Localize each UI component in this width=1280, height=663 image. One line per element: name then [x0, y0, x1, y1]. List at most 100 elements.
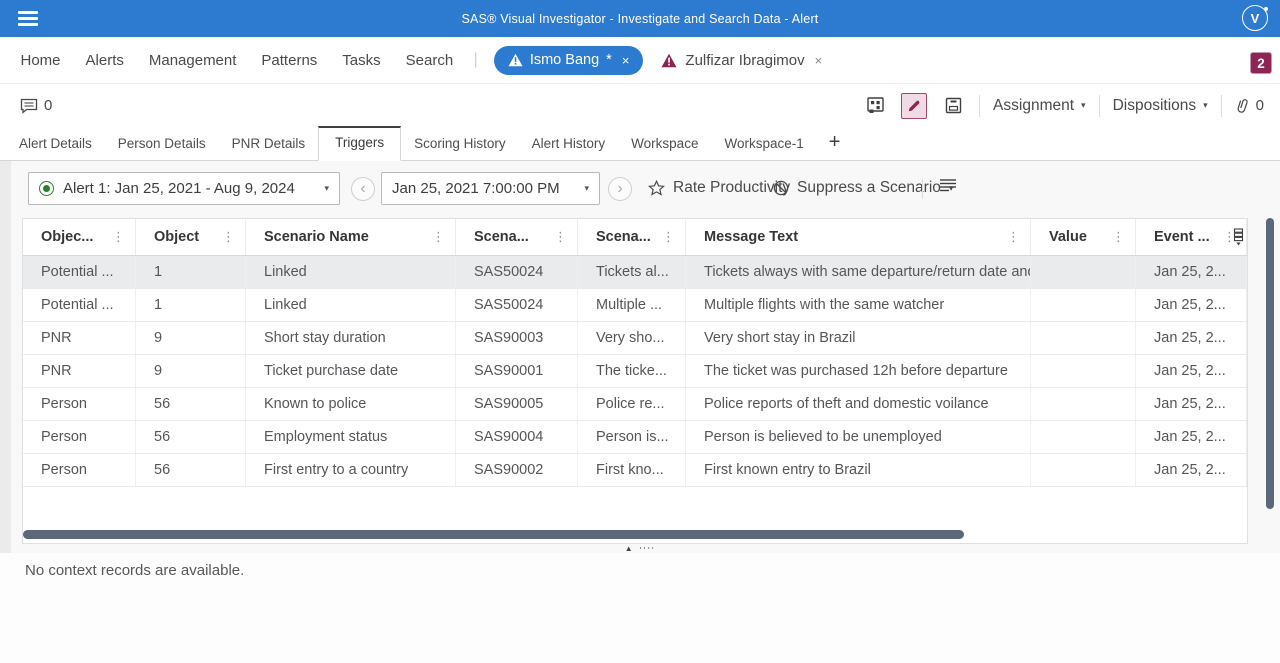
table-cell[interactable]: Jan 25, 2...: [1136, 256, 1247, 288]
tab-alert-details[interactable]: Alert Details: [6, 128, 105, 160]
column-menu-icon[interactable]: ⋮: [218, 229, 235, 245]
table-cell[interactable]: SAS90005: [456, 388, 578, 420]
alert-range-select[interactable]: Alert 1: Jan 25, 2021 - Aug 9, 2024 ▾: [28, 172, 340, 205]
table-cell[interactable]: The ticke...: [578, 355, 686, 387]
row-details-button[interactable]: [938, 177, 958, 193]
column-header[interactable]: Object⋮: [136, 219, 246, 255]
table-cell[interactable]: Jan 25, 2...: [1136, 289, 1247, 321]
table-cell[interactable]: SAS90002: [456, 454, 578, 486]
horizontal-scrollbar[interactable]: [23, 530, 964, 539]
table-row[interactable]: PNR9Ticket purchase dateSAS90001The tick…: [23, 355, 1247, 388]
table-cell[interactable]: Jan 25, 2...: [1136, 388, 1247, 420]
tab-person-details[interactable]: Person Details: [105, 128, 219, 160]
table-cell[interactable]: Multiple ...: [578, 289, 686, 321]
assignment-menu[interactable]: Assignment ▾: [993, 97, 1086, 115]
column-header[interactable]: Value⋮: [1031, 219, 1136, 255]
column-header[interactable]: Scenario Name⋮: [246, 219, 456, 255]
column-header[interactable]: Message Text⋮: [686, 219, 1031, 255]
table-cell[interactable]: First kno...: [578, 454, 686, 486]
table-cell[interactable]: Person: [23, 388, 136, 420]
table-cell[interactable]: Multiple flights with the same watcher: [686, 289, 1031, 321]
table-cell[interactable]: 56: [136, 388, 246, 420]
next-event-button[interactable]: ›: [608, 177, 632, 201]
table-cell[interactable]: [1031, 322, 1136, 354]
table-cell[interactable]: Very sho...: [578, 322, 686, 354]
add-tab-button[interactable]: +: [817, 129, 853, 160]
attachments-button[interactable]: 0: [1235, 97, 1264, 114]
table-cell[interactable]: SAS90003: [456, 322, 578, 354]
table-cell[interactable]: [1031, 289, 1136, 321]
column-menu-icon[interactable]: ⋮: [1003, 229, 1020, 245]
tab-workspace-1[interactable]: Workspace-1: [711, 128, 816, 160]
nav-item-search[interactable]: Search: [393, 52, 466, 69]
table-row[interactable]: PNR9Short stay durationSAS90003Very sho.…: [23, 322, 1247, 355]
annotate-button[interactable]: [901, 93, 927, 119]
table-cell[interactable]: Short stay duration: [246, 322, 456, 354]
left-splitter[interactable]: [0, 161, 11, 553]
notification-count-badge[interactable]: 2: [1250, 52, 1272, 74]
table-cell[interactable]: 9: [136, 322, 246, 354]
tab-pnr-details[interactable]: PNR Details: [219, 128, 319, 160]
nav-item-management[interactable]: Management: [136, 52, 249, 69]
tab-workspace[interactable]: Workspace: [618, 128, 711, 160]
table-cell[interactable]: Potential ...: [23, 289, 136, 321]
table-cell[interactable]: PNR: [23, 322, 136, 354]
table-cell[interactable]: SAS50024: [456, 289, 578, 321]
table-cell[interactable]: Jan 25, 2...: [1136, 322, 1247, 354]
table-cell[interactable]: Jan 25, 2...: [1136, 355, 1247, 387]
table-cell[interactable]: Very short stay in Brazil: [686, 322, 1031, 354]
table-cell[interactable]: 56: [136, 421, 246, 453]
nav-item-patterns[interactable]: Patterns: [249, 52, 330, 69]
table-cell[interactable]: Person is believed to be unemployed: [686, 421, 1031, 453]
table-cell[interactable]: Jan 25, 2...: [1136, 421, 1247, 453]
suppress-scenario-menu[interactable]: Suppress a Scenario ▾: [773, 173, 953, 203]
table-cell[interactable]: Tickets al...: [578, 256, 686, 288]
event-time-select[interactable]: Jan 25, 2021 7:00:00 PM ▾: [381, 172, 600, 205]
comments-button[interactable]: 0: [20, 97, 52, 114]
table-cell[interactable]: SAS90004: [456, 421, 578, 453]
table-cell[interactable]: [1031, 256, 1136, 288]
table-cell[interactable]: Known to police: [246, 388, 456, 420]
table-cell[interactable]: Police re...: [578, 388, 686, 420]
visual-investigator-logo-icon[interactable]: V: [1242, 5, 1268, 31]
table-cell[interactable]: SAS50024: [456, 256, 578, 288]
column-header[interactable]: Scena...⋮: [456, 219, 578, 255]
close-icon[interactable]: ×: [622, 53, 630, 68]
entity-tab-ismo-bang[interactable]: Ismo Bang * ×: [494, 46, 644, 75]
rate-productivity-button[interactable]: Rate Productivity: [648, 173, 790, 203]
close-icon[interactable]: ×: [815, 53, 823, 68]
table-cell[interactable]: 1: [136, 256, 246, 288]
table-cell[interactable]: Police reports of theft and domestic voi…: [686, 388, 1031, 420]
table-cell[interactable]: [1031, 355, 1136, 387]
entity-tab-zulfizar-ibragimov[interactable]: Zulfizar Ibragimov ×: [661, 52, 822, 69]
nav-item-home[interactable]: Home: [8, 52, 73, 69]
hamburger-menu-icon[interactable]: [18, 11, 38, 26]
table-cell[interactable]: Linked: [246, 289, 456, 321]
column-chooser-icon[interactable]: [1233, 228, 1244, 246]
table-row[interactable]: Person56Employment statusSAS90004Person …: [23, 421, 1247, 454]
table-cell[interactable]: Jan 25, 2...: [1136, 454, 1247, 486]
table-cell[interactable]: Person is...: [578, 421, 686, 453]
table-cell[interactable]: PNR: [23, 355, 136, 387]
column-menu-icon[interactable]: ⋮: [658, 229, 675, 245]
table-cell[interactable]: First entry to a country: [246, 454, 456, 486]
insights-board-button[interactable]: [862, 93, 888, 119]
table-cell[interactable]: Person: [23, 454, 136, 486]
table-cell[interactable]: The ticket was purchased 12h before depa…: [686, 355, 1031, 387]
table-cell[interactable]: 56: [136, 454, 246, 486]
table-cell[interactable]: 9: [136, 355, 246, 387]
table-cell[interactable]: 1: [136, 289, 246, 321]
vertical-scrollbar[interactable]: [1266, 218, 1274, 509]
table-cell[interactable]: SAS90001: [456, 355, 578, 387]
column-menu-icon[interactable]: ⋮: [428, 229, 445, 245]
table-cell[interactable]: First known entry to Brazil: [686, 454, 1031, 486]
column-menu-icon[interactable]: ⋮: [550, 229, 567, 245]
column-header[interactable]: Event ...⋮: [1136, 219, 1247, 255]
column-header[interactable]: Scena...⋮: [578, 219, 686, 255]
column-menu-icon[interactable]: ⋮: [1108, 229, 1125, 245]
table-cell[interactable]: [1031, 388, 1136, 420]
table-row[interactable]: Person56First entry to a countrySAS90002…: [23, 454, 1247, 487]
dispositions-menu[interactable]: Dispositions ▾: [1113, 97, 1208, 115]
table-cell[interactable]: Ticket purchase date: [246, 355, 456, 387]
table-cell[interactable]: Potential ...: [23, 256, 136, 288]
